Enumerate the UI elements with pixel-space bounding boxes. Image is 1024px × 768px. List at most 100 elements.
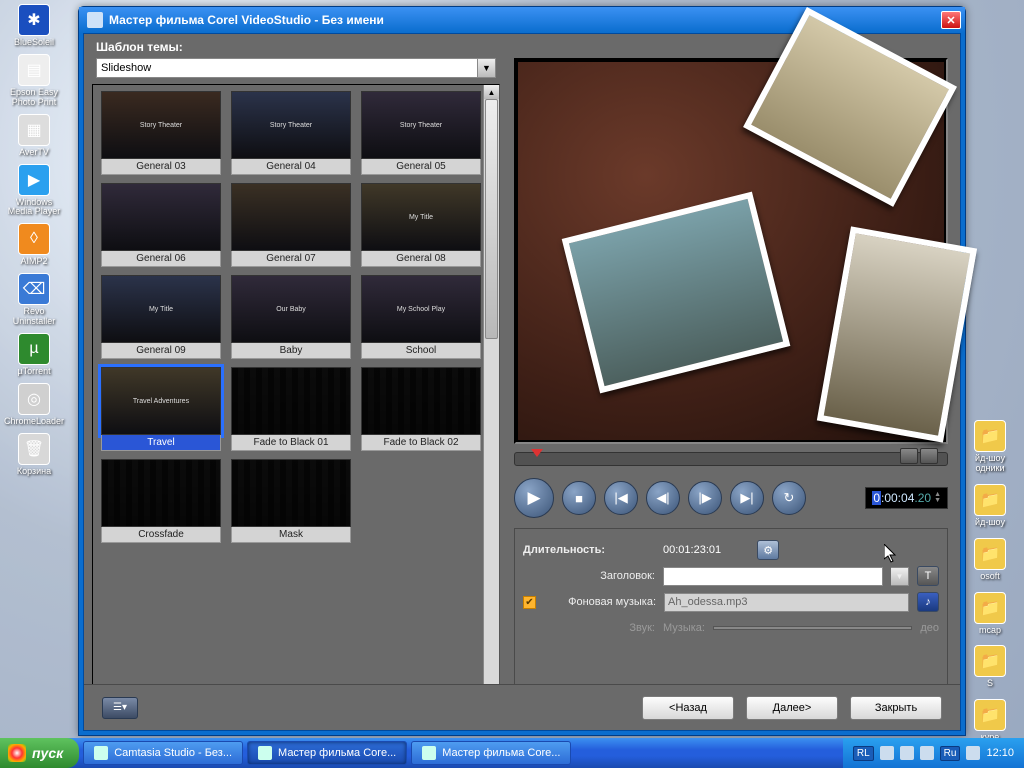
taskbar-button-label: Camtasia Studio - Без... (114, 747, 232, 759)
app-icon (87, 12, 103, 28)
playback-controls: ▶ ■ |◀ ◀| |▶ ▶| ↻ 0:00:04.20 ▲▼ (514, 474, 948, 522)
title-input[interactable] (663, 567, 883, 586)
play-button[interactable]: ▶ (514, 478, 554, 518)
music-sublabel: Музыка: (663, 622, 705, 634)
template-caption: Baby (231, 343, 351, 359)
desktop-icon[interactable]: 🗑Корзина (4, 433, 64, 477)
seek-knob-icon[interactable] (531, 449, 543, 457)
close-button[interactable]: Закрыть (850, 696, 942, 720)
mark-out-button[interactable] (920, 448, 938, 464)
template-thumbnail: Story Theater (231, 91, 351, 159)
app-icon: 🗑 (18, 433, 50, 465)
title-dropdown-icon[interactable]: ▼ (891, 567, 909, 586)
lang-indicator[interactable]: RL (853, 746, 874, 761)
folder-icon: 📁 (974, 420, 1006, 452)
prev-frame-button[interactable]: ◀| (646, 481, 680, 515)
template-combo-value: Slideshow (101, 62, 151, 74)
scroll-thumb[interactable] (485, 99, 498, 339)
app-icon: ▶ (18, 164, 50, 196)
template-caption: General 09 (101, 343, 221, 359)
system-tray[interactable]: RL Ru 12:10 (843, 738, 1024, 768)
desktop-icon[interactable]: ▶Windows Media Player (4, 164, 64, 218)
template-tile[interactable]: Travel AdventuresTravel (101, 367, 221, 451)
app-icon (422, 746, 436, 760)
desktop-icon[interactable]: ◎ChromeLoader (4, 383, 64, 427)
template-thumbnail: My Title (361, 183, 481, 251)
timecode-display[interactable]: 0:00:04.20 ▲▼ (865, 487, 948, 509)
template-tile[interactable]: My TitleGeneral 08 (361, 183, 481, 267)
mark-in-button[interactable] (900, 448, 918, 464)
tray-icon[interactable] (880, 746, 894, 760)
scroll-up-icon[interactable]: ▲ (484, 85, 499, 99)
template-tile[interactable]: Mask (231, 459, 351, 543)
template-thumbnail (361, 367, 481, 435)
desktop-icon[interactable]: ▤Epson Easy Photo Print (4, 54, 64, 108)
template-tile[interactable]: Fade to Black 01 (231, 367, 351, 451)
template-tile[interactable]: General 06 (101, 183, 221, 267)
template-tile[interactable]: Our BabyBaby (231, 275, 351, 359)
desktop-icon[interactable]: 📁йд-шоу одники (960, 420, 1020, 474)
template-thumbnail: Story Theater (101, 91, 221, 159)
template-tile[interactable]: Crossfade (101, 459, 221, 543)
end-button[interactable]: ▶| (730, 481, 764, 515)
stop-button[interactable]: ■ (562, 481, 596, 515)
desktop-icon[interactable]: 📁куре (960, 699, 1020, 743)
preview-photo (817, 226, 977, 442)
desktop-icon-label: µTorrent (17, 367, 50, 377)
wizard-nav: ☰▾ <Назад Далее> Закрыть (84, 684, 960, 730)
repeat-button[interactable]: ↻ (772, 481, 806, 515)
template-tile[interactable]: My School PlaySchool (361, 275, 481, 359)
taskbar-button[interactable]: Camtasia Studio - Без... (83, 741, 243, 765)
template-tile[interactable]: Story TheaterGeneral 03 (101, 91, 221, 175)
desktop-icons-left: ✱BlueSoleil ▤Epson Easy Photo Print ▦AverT… (4, 4, 68, 477)
desktop-icon[interactable]: 📁йд-шоу (960, 484, 1020, 528)
desktop-icon[interactable]: ◊AIMP2 (4, 223, 64, 267)
template-tile[interactable]: General 07 (231, 183, 351, 267)
template-caption: General 06 (101, 251, 221, 267)
taskbar[interactable]: пуск Camtasia Studio - Без... Мастер филь… (0, 738, 1024, 768)
back-button[interactable]: <Назад (642, 696, 734, 720)
scrollbar[interactable]: ▲ ▼ (483, 85, 499, 703)
settings-icon[interactable]: ⚙ (757, 540, 779, 560)
bgmusic-browse-button[interactable]: ♪ (917, 592, 939, 612)
folder-icon: 📁 (974, 592, 1006, 624)
tray-icon[interactable] (966, 746, 980, 760)
template-tile[interactable]: Story TheaterGeneral 04 (231, 91, 351, 175)
folder-icon: 📁 (974, 699, 1006, 731)
timecode-spinner-icon[interactable]: ▲▼ (934, 492, 941, 504)
desktop-icon[interactable]: ▦AverTV (4, 114, 64, 158)
desktop-icon[interactable]: ✱BlueSoleil (4, 4, 64, 48)
home-button[interactable]: |◀ (604, 481, 638, 515)
desktop-icon-label: mcap (979, 626, 1001, 636)
chevron-down-icon[interactable]: ▼ (477, 59, 495, 77)
clock[interactable]: 12:10 (986, 747, 1014, 759)
desktop-icon[interactable]: ⌫Revo Uninstaller (4, 273, 64, 327)
seek-bar[interactable] (514, 452, 948, 466)
next-frame-button[interactable]: |▶ (688, 481, 722, 515)
tray-icon[interactable] (900, 746, 914, 760)
desktop-icon[interactable]: µµTorrent (4, 333, 64, 377)
bgmusic-input[interactable] (664, 593, 909, 612)
template-tile[interactable]: Fade to Black 02 (361, 367, 481, 451)
template-combo[interactable]: Slideshow ▼ (96, 58, 496, 78)
template-tile[interactable]: My TitleGeneral 09 (101, 275, 221, 359)
next-button[interactable]: Далее> (746, 696, 838, 720)
desktop-icon[interactable]: 📁osoft (960, 538, 1020, 582)
title-style-button[interactable]: T (917, 566, 939, 586)
taskbar-button[interactable]: Мастер фильма Core... (411, 741, 571, 765)
taskbar-button[interactable]: Мастер фильма Core... (247, 741, 407, 765)
tray-icon[interactable] (920, 746, 934, 760)
options-menu-icon[interactable]: ☰▾ (102, 697, 138, 719)
taskbar-button-label: Мастер фильма Core... (278, 747, 396, 759)
preview-image (518, 62, 944, 440)
app-window: Мастер фильма Corel VideoStudio - Без им… (78, 6, 966, 736)
template-thumbnail (101, 183, 221, 251)
lang-indicator[interactable]: Ru (940, 746, 961, 761)
desktop-icon[interactable]: 📁S (960, 645, 1020, 689)
close-icon[interactable]: ✕ (941, 11, 961, 29)
template-caption: Travel (101, 435, 221, 451)
start-button[interactable]: пуск (0, 738, 79, 768)
template-tile[interactable]: Story TheaterGeneral 05 (361, 91, 481, 175)
desktop-icon[interactable]: 📁 mcap (960, 592, 1020, 636)
bgmusic-checkbox[interactable]: ✔ (523, 596, 536, 609)
